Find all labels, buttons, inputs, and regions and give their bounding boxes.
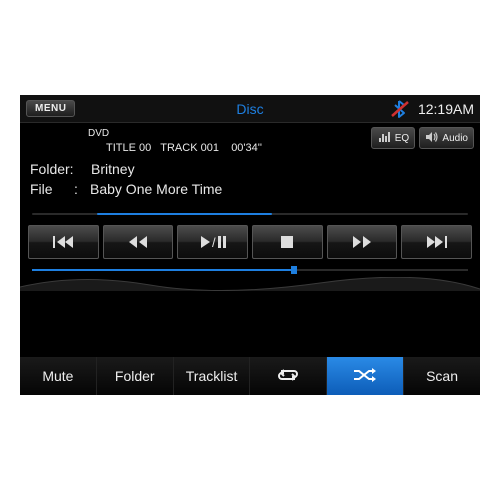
repeat-button[interactable]: [250, 357, 327, 395]
shuffle-icon: [352, 366, 378, 387]
bluetooth-disabled-icon: [390, 100, 410, 118]
eq-button[interactable]: EQ: [371, 127, 415, 149]
folder-value: Britney: [91, 161, 135, 177]
clock: 12:19AM: [418, 101, 474, 117]
svg-text:/: /: [212, 235, 216, 250]
prev-track-button[interactable]: [28, 225, 99, 259]
top-right-group: 12:19AM: [390, 100, 474, 118]
repeat-icon: [276, 366, 300, 387]
play-pause-button[interactable]: /: [177, 225, 248, 259]
progress-track: [32, 213, 468, 215]
seek-fill: [32, 269, 294, 271]
file-colon: :: [74, 181, 84, 197]
file-label: File: [30, 181, 68, 197]
audio-button[interactable]: Audio: [419, 127, 474, 149]
folder-label: Folder:: [30, 161, 85, 177]
menu-button[interactable]: MENU: [26, 100, 75, 117]
seek-thumb: [291, 266, 297, 274]
seek-slider[interactable]: [20, 259, 480, 275]
speaker-icon: [425, 131, 439, 146]
bottom-bar: Mute Folder Tracklist: [20, 357, 480, 395]
transport-controls: /: [20, 225, 480, 259]
track-label: TRACK: [160, 142, 197, 154]
tracklist-button[interactable]: Tracklist: [174, 357, 251, 395]
title-number: 00: [139, 142, 151, 154]
progress-fill: [97, 213, 271, 215]
wave-decoration: [20, 277, 480, 291]
side-buttons: EQ Audio: [371, 127, 474, 149]
car-stereo-screen: MENU Disc 12:19AM DVD TITLE 00 TRACK 001: [20, 95, 480, 395]
folder-row: Folder: Britney: [30, 161, 470, 177]
mute-button[interactable]: Mute: [20, 357, 97, 395]
audio-label: Audio: [442, 133, 468, 144]
seek-track: [32, 269, 468, 271]
file-value: Baby One More Time: [90, 181, 222, 197]
stop-button[interactable]: [252, 225, 323, 259]
shuffle-button[interactable]: [327, 357, 404, 395]
fast-forward-button[interactable]: [327, 225, 398, 259]
equalizer-icon: [378, 131, 392, 146]
top-bar: MENU Disc 12:19AM: [20, 95, 480, 123]
elapsed-time: 00'34'': [231, 142, 262, 154]
disc-info-row: DVD TITLE 00 TRACK 001 00'34'': [20, 123, 480, 157]
title-label: TITLE: [106, 142, 136, 154]
scan-button[interactable]: Scan: [404, 357, 480, 395]
next-track-button[interactable]: [401, 225, 472, 259]
rewind-button[interactable]: [103, 225, 174, 259]
track-number: 001: [201, 142, 219, 154]
folder-button[interactable]: Folder: [97, 357, 174, 395]
media-type: DVD: [88, 128, 109, 139]
disc-info: DVD TITLE 00 TRACK 001 00'34'': [26, 127, 262, 155]
metadata: Folder: Britney File : Baby One More Tim…: [20, 157, 480, 207]
file-row: File : Baby One More Time: [30, 181, 470, 197]
playback-progress[interactable]: [20, 207, 480, 225]
eq-label: EQ: [395, 133, 409, 144]
